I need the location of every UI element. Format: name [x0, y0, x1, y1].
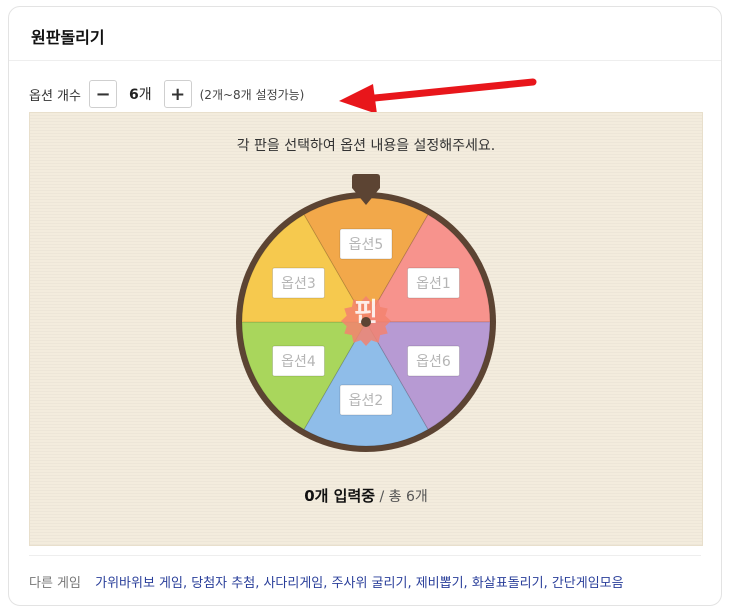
option-count-value: 6 — [128, 87, 139, 103]
wheel-board: 각 판을 선택하여 옵션 내용을 설정해주세요. 옵션5 옵션1 옵션6 옵션2 옵션4… — [29, 112, 703, 546]
segment-label: 옵션1 — [416, 276, 451, 292]
status-total: / 총 6개 — [375, 489, 428, 505]
title-divider — [9, 60, 721, 61]
other-games-label: 다른 게임 — [29, 576, 81, 591]
link-winner-draw[interactable]: 당첨자 추첨 — [191, 576, 255, 591]
card-title: 원판돌리기 — [31, 28, 105, 47]
segment-label: 옵션2 — [349, 393, 384, 409]
center-dot — [361, 317, 371, 327]
other-games-footer: 다른 게임 가위바위보 게임, 당첨자 추첨, 사다리게임, 주사위 굴리기, … — [29, 576, 624, 591]
segment-label-box[interactable]: 옵션3 — [272, 267, 325, 299]
footer-divider — [29, 555, 701, 556]
range-hint: (2개~8개 설정가능) — [199, 87, 305, 102]
link-rock-paper-scissors[interactable]: 가위바위보 게임 — [95, 576, 183, 591]
link-arrow-spin[interactable]: 화살표돌리기 — [472, 576, 544, 591]
segment-label-box[interactable]: 옵션5 — [339, 228, 393, 260]
roulette-card: 원판돌리기 옵션 개수 − 6개 + (2개~8개 설정가능) 각 판을 선택하… — [8, 6, 722, 606]
link-ladder-game[interactable]: 사다리게임 — [263, 576, 323, 591]
board-hint: 각 판을 선택하여 옵션 내용을 설정해주세요. — [236, 138, 496, 154]
status-current: 0개 입력중 — [304, 487, 376, 505]
option-count-unit: 개 — [138, 87, 152, 103]
link-lottery-draw[interactable]: 제비뽑기 — [416, 576, 464, 591]
segment-label: 옵션6 — [416, 354, 451, 370]
segment-label-box[interactable]: 옵션4 — [272, 345, 325, 377]
link-dice-roll[interactable]: 주사위 굴리기 — [332, 576, 408, 591]
segment-label-box[interactable]: 옵션1 — [407, 267, 460, 299]
segment-label: 옵션5 — [349, 237, 384, 253]
roulette-wheel: 옵션5옵션1옵션6옵션2옵션4옵션3 핀 — [236, 174, 496, 452]
input-status: 0개 입력중 / 총 6개 — [30, 485, 702, 506]
segment-label: 옵션4 — [281, 354, 316, 370]
option-count-label: 옵션 개수 — [29, 88, 81, 104]
link-simple-games[interactable]: 간단게임모음 — [552, 576, 624, 591]
segment-label-box[interactable]: 옵션6 — [407, 345, 460, 377]
red-arrow-icon — [339, 78, 537, 114]
segment-label-box[interactable]: 옵션2 — [339, 384, 393, 416]
option-count-display: 6개 — [129, 84, 152, 104]
decrease-button[interactable]: − — [88, 80, 117, 108]
segment-label: 옵션3 — [281, 276, 316, 292]
increase-button[interactable]: + — [163, 80, 192, 108]
option-count-row: 옵션 개수 − 6개 + (2개~8개 설정가능) — [29, 79, 304, 109]
